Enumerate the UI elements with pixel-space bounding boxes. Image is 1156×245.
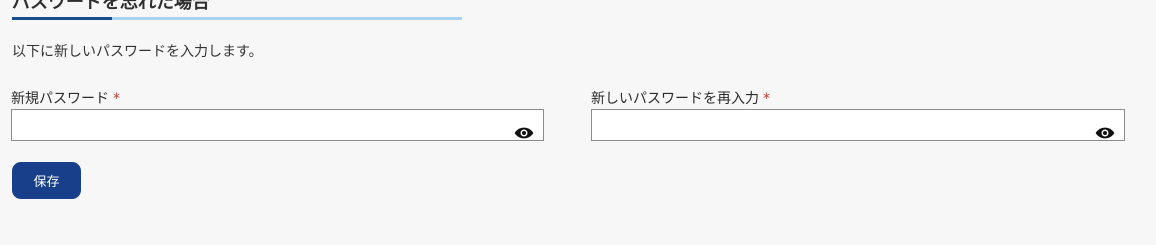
eye-icon[interactable]: [1095, 126, 1115, 140]
confirm-password-label-text: 新しいパスワードを再入力: [591, 91, 759, 107]
new-password-label-text: 新規パスワード: [11, 91, 109, 107]
confirm-password-input-wrap: [591, 109, 1125, 141]
confirm-password-field: 新しいパスワードを再入力 *: [591, 90, 1125, 141]
page-title: パスワードを忘れた場合: [12, 0, 210, 13]
confirm-password-label: 新しいパスワードを再入力 *: [591, 90, 1125, 108]
new-password-field: 新規パスワード *: [11, 90, 544, 141]
required-mark: *: [113, 91, 120, 107]
title-underline: [12, 17, 462, 20]
required-mark: *: [763, 91, 770, 107]
save-button[interactable]: 保存: [12, 162, 81, 199]
eye-icon[interactable]: [514, 126, 534, 140]
new-password-input[interactable]: [11, 109, 544, 141]
instruction-text: 以下に新しいパスワードを入力します。: [12, 44, 263, 60]
new-password-input-wrap: [11, 109, 544, 141]
confirm-password-input[interactable]: [591, 109, 1125, 141]
new-password-label: 新規パスワード *: [11, 90, 544, 108]
title-underline-accent: [12, 17, 112, 20]
